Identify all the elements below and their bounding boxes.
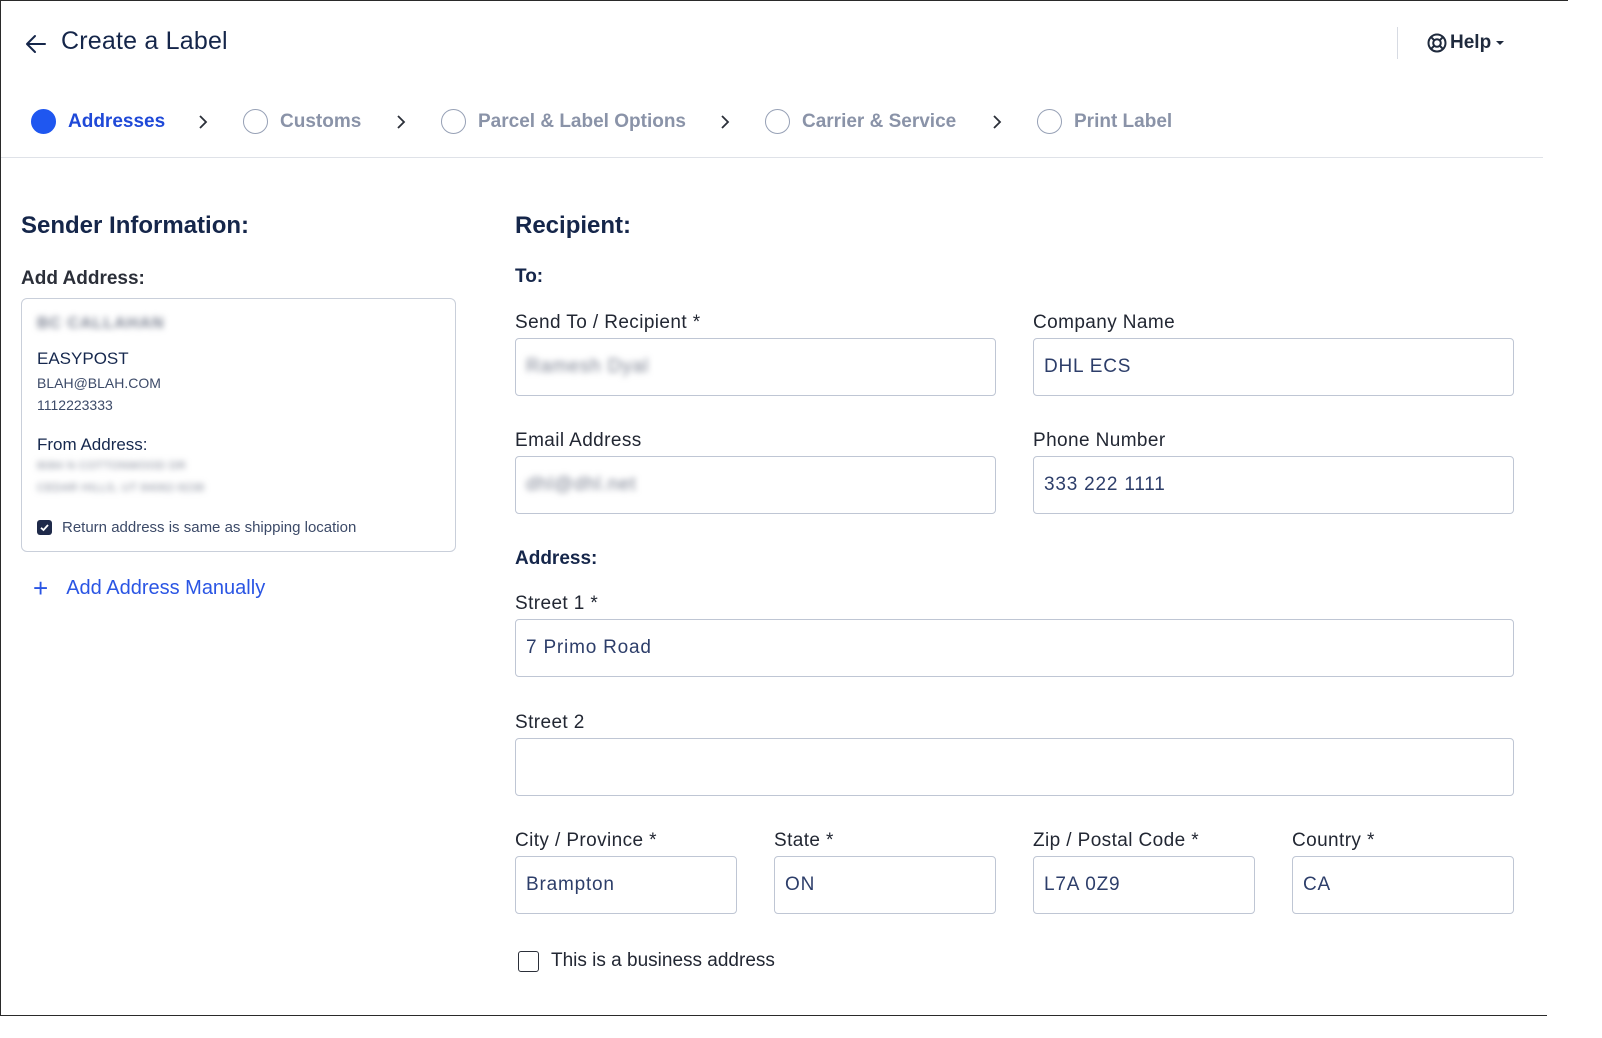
zip-input[interactable]: L7A 0Z9 (1033, 856, 1255, 914)
step-label: Print Label (1074, 110, 1173, 132)
chevron-right-icon (199, 115, 208, 129)
street2-label: Street 2 (515, 712, 585, 733)
company-name-input[interactable]: DHL ECS (1033, 338, 1514, 396)
return-same-checkbox[interactable]: Return address is same as shipping locat… (37, 519, 356, 536)
step-indicator-icon (1037, 109, 1062, 134)
step-print-label[interactable]: Print Label (1037, 109, 1172, 134)
stepper-divider (1, 157, 1543, 158)
country-input[interactable]: CA (1292, 856, 1514, 914)
phone-number-value: 333 222 1111 (1044, 474, 1166, 495)
plus-icon: + (33, 573, 49, 603)
zip-value: L7A 0Z9 (1044, 874, 1121, 895)
zip-label: Zip / Postal Code * (1033, 830, 1200, 851)
send-to-value: Ramesh Dyal (526, 356, 649, 377)
city-input[interactable]: Brampton (515, 856, 737, 914)
state-value: ON (785, 874, 816, 895)
help-label: Help (1450, 32, 1492, 53)
step-indicator-icon (765, 109, 790, 134)
step-customs[interactable]: Customs (243, 109, 361, 134)
send-to-input[interactable]: Ramesh Dyal (515, 338, 996, 396)
phone-number-input[interactable]: 333 222 1111 (1033, 456, 1514, 514)
add-address-manually-button[interactable]: + Add Address Manually (33, 575, 265, 601)
app-frame: Create a Label Help Addresses Customs Pa… (0, 0, 1568, 1017)
email-address-input[interactable]: dhl@dhl.net (515, 456, 996, 514)
from-address-line1: 8084 N COTTONWOOD DR (37, 460, 187, 472)
page-title: Create a Label (61, 27, 228, 55)
city-value: Brampton (526, 874, 615, 895)
step-indicator-icon (31, 109, 56, 134)
sender-address-card[interactable]: BC CALLAHAN EASYPOST BLAH@BLAH.COM 11122… (21, 298, 456, 552)
street1-label: Street 1 * (515, 593, 599, 614)
step-addresses[interactable]: Addresses (31, 109, 165, 134)
step-indicator-icon (243, 109, 268, 134)
business-address-label: This is a business address (551, 950, 775, 971)
sender-company: EASYPOST (37, 349, 129, 368)
from-address-label: From Address: (37, 435, 148, 454)
scrollbar[interactable] (1547, 1, 1568, 1017)
phone-number-label: Phone Number (1033, 430, 1166, 451)
recipient-section-title: Recipient: (515, 212, 632, 239)
sender-name: BC CALLAHAN (37, 315, 165, 332)
country-label: Country * (1292, 830, 1375, 851)
header-divider (1397, 27, 1398, 59)
city-label: City / Province * (515, 830, 657, 851)
caret-down-icon (1496, 41, 1505, 45)
step-carrier-service[interactable]: Carrier & Service (765, 109, 956, 134)
country-value: CA (1303, 874, 1331, 895)
sender-email: BLAH@BLAH.COM (37, 375, 161, 391)
street2-input[interactable] (515, 738, 1514, 796)
step-indicator-icon (441, 109, 466, 134)
step-label: Customs (280, 110, 362, 132)
step-label: Addresses (68, 110, 166, 132)
email-address-value: dhl@dhl.net (526, 474, 637, 495)
address-label: Address: (515, 548, 598, 569)
step-label: Parcel & Label Options (478, 110, 686, 132)
return-same-label: Return address is same as shipping locat… (62, 519, 357, 536)
email-address-label: Email Address (515, 430, 642, 451)
add-address-label: Add Address: (21, 268, 145, 289)
sender-phone: 1112223333 (37, 397, 113, 413)
to-label: To: (515, 266, 544, 287)
help-menu-button[interactable]: Help (1427, 32, 1506, 54)
chevron-right-icon (721, 115, 730, 129)
state-input[interactable]: ON (774, 856, 996, 914)
back-arrow-icon[interactable] (23, 31, 49, 57)
street1-value: 7 Primo Road (526, 637, 652, 658)
company-name-label: Company Name (1033, 312, 1176, 333)
checkbox-unchecked-icon (518, 950, 539, 972)
send-to-label: Send To / Recipient * (515, 312, 701, 333)
sender-section-title: Sender Information: (21, 212, 250, 239)
state-label: State * (774, 830, 834, 851)
from-address-line2: CEDAR HILLS, UT 84062-9238 (37, 482, 205, 494)
page-header: Create a Label Help (1, 1, 1543, 87)
chevron-right-icon (397, 115, 406, 129)
lifebuoy-icon (1427, 33, 1447, 53)
step-label: Carrier & Service (802, 110, 957, 132)
step-parcel-label-options[interactable]: Parcel & Label Options (441, 109, 686, 134)
checkbox-checked-icon (37, 520, 52, 535)
street1-input[interactable]: 7 Primo Road (515, 619, 1514, 677)
business-address-checkbox[interactable]: This is a business address (518, 950, 775, 972)
chevron-right-icon (993, 115, 1002, 129)
add-address-manually-label: Add Address Manually (66, 576, 266, 599)
company-name-value: DHL ECS (1044, 356, 1132, 377)
progress-stepper: Addresses Customs Parcel & Label Options… (1, 101, 1543, 145)
